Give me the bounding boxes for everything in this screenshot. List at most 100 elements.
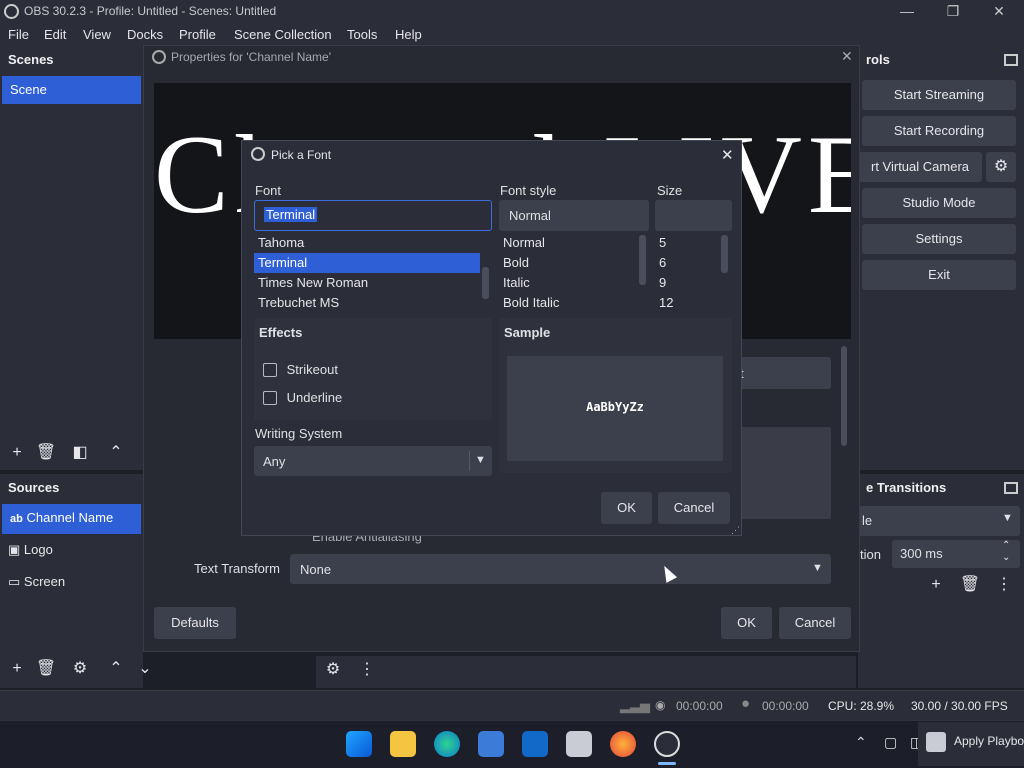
menu-docks[interactable]: Docks xyxy=(127,27,163,42)
size-input[interactable] xyxy=(655,200,732,231)
undock-icon[interactable] xyxy=(1004,54,1018,66)
scene-filters-icon[interactable]: ◧ xyxy=(67,441,93,467)
add-source-icon[interactable]: + xyxy=(4,657,30,683)
settings-button[interactable]: Settings xyxy=(862,224,1016,254)
menu-tools[interactable]: Tools xyxy=(347,27,377,42)
sample-label: Sample xyxy=(504,325,551,340)
pick-font-close-icon[interactable]: ✕ xyxy=(721,146,734,164)
select-divider xyxy=(469,451,470,471)
menu-scene-collection[interactable]: Scene Collection xyxy=(234,27,332,42)
obs-taskbar-icon[interactable] xyxy=(654,731,680,757)
duration-spinbox[interactable]: 300 ms ⌃ ⌄ xyxy=(892,540,1020,568)
font-style-input[interactable]: Normal xyxy=(499,200,649,231)
file-explorer-icon[interactable] xyxy=(390,731,416,757)
menu-edit[interactable]: Edit xyxy=(44,27,66,42)
source-item-screen[interactable]: ▭ Screen xyxy=(0,568,143,596)
source-label: Logo xyxy=(23,542,53,557)
transition-type-select[interactable]: le ▼ xyxy=(858,506,1020,536)
title-bar: OBS 30.2.3 - Profile: Untitled - Scenes:… xyxy=(0,0,1024,24)
notification-text: Apply Playbo xyxy=(954,734,1024,748)
style-list-item[interactable]: Bold Italic xyxy=(499,293,649,309)
style-list-scrollbar[interactable] xyxy=(639,235,646,285)
sources-title: Sources xyxy=(8,480,60,495)
controls-dock: rols Start Streaming Start Recording rt … xyxy=(858,46,1024,470)
start-streaming-button[interactable]: Start Streaming xyxy=(862,80,1016,110)
package-app-icon[interactable] xyxy=(566,731,592,757)
remove-source-icon[interactable]: 🗑 xyxy=(33,657,59,683)
exit-button[interactable]: Exit xyxy=(862,260,1016,290)
notification-toast[interactable]: Apply Playbo xyxy=(918,722,1024,766)
font-list-scrollbar[interactable] xyxy=(482,267,489,299)
mixer-menu-icon[interactable]: ⋮ xyxy=(354,658,380,684)
add-scene-icon[interactable]: + xyxy=(4,441,30,467)
strikeout-checkbox[interactable] xyxy=(263,362,277,377)
font-list-item[interactable]: Times New Roman xyxy=(254,273,492,293)
edge-browser-icon[interactable] xyxy=(434,731,460,757)
add-transition-icon[interactable]: + xyxy=(923,573,949,599)
menu-file[interactable]: File xyxy=(8,27,29,42)
style-list-item[interactable]: Normal xyxy=(499,233,649,253)
move-source-up-icon[interactable]: ⌃ xyxy=(103,657,129,683)
font-list-item-selected[interactable]: Terminal xyxy=(254,253,480,273)
stream-time: 00:00:00 xyxy=(676,699,723,713)
source-properties-gear-icon[interactable]: ⚙ xyxy=(67,657,93,683)
resize-grip-icon[interactable]: ⋰ xyxy=(731,525,740,536)
firefox-icon[interactable] xyxy=(610,731,636,757)
close-button[interactable]: ✕ xyxy=(976,0,1022,24)
spin-down-icon[interactable]: ⌄ xyxy=(1002,552,1010,563)
image-source-icon: ▣ xyxy=(8,542,21,557)
outlook-icon[interactable] xyxy=(522,731,548,757)
properties-scrollbar[interactable] xyxy=(841,346,847,446)
source-item-channel-name[interactable]: ab Channel Name xyxy=(2,504,141,534)
style-list-item[interactable]: Bold xyxy=(499,253,649,273)
properties-cancel-button[interactable]: Cancel xyxy=(779,607,851,639)
text-transform-select[interactable]: None ▼ xyxy=(290,554,831,584)
source-item-logo[interactable]: ▣ Logo xyxy=(0,536,143,564)
font-list-item[interactable]: Tahoma xyxy=(254,233,492,253)
more-options-icon[interactable]: ⋮ xyxy=(991,573,1017,599)
scene-list-item[interactable]: Scene xyxy=(2,76,141,104)
writing-system-select[interactable]: Any ▼ xyxy=(254,446,492,476)
pick-font-ok-button[interactable]: OK xyxy=(601,492,652,524)
display-source-icon: ▭ xyxy=(8,574,21,589)
properties-close-icon[interactable]: ✕ xyxy=(841,48,853,65)
font-list-item[interactable]: Trebuchet MS xyxy=(254,293,492,309)
menu-view[interactable]: View xyxy=(83,27,111,42)
windows-start-icon[interactable] xyxy=(346,731,372,757)
effects-group: Effects Strikeout Underline xyxy=(254,318,492,420)
minimize-button[interactable]: — xyxy=(884,0,930,24)
undock-icon[interactable] xyxy=(1004,482,1018,494)
size-list-item[interactable]: 12 xyxy=(655,293,732,309)
size-list: 5 6 9 12 xyxy=(655,233,732,309)
strikeout-option[interactable]: Strikeout xyxy=(263,361,338,377)
size-list-scrollbar[interactable] xyxy=(721,235,728,273)
sample-preview: AaBbYyZz xyxy=(507,356,723,461)
maximize-button[interactable]: ❐ xyxy=(930,0,976,24)
studio-mode-button[interactable]: Studio Mode xyxy=(862,188,1016,218)
fps-readout: 30.00 / 30.00 FPS xyxy=(911,699,1008,713)
show-hidden-icons-chevron-icon[interactable]: ⌃ xyxy=(855,734,867,751)
menu-help[interactable]: Help xyxy=(395,27,422,42)
font-name-input[interactable]: Terminal xyxy=(254,200,492,231)
underline-checkbox[interactable] xyxy=(263,390,277,405)
move-scene-up-icon[interactable]: ⌃ xyxy=(103,441,129,467)
properties-ok-button[interactable]: OK xyxy=(721,607,772,639)
obs-logo-icon xyxy=(251,147,265,161)
menu-profile[interactable]: Profile xyxy=(179,27,216,42)
start-recording-button[interactable]: Start Recording xyxy=(862,116,1016,146)
underline-option[interactable]: Underline xyxy=(263,389,342,405)
size-list-item[interactable]: 9 xyxy=(655,273,732,293)
move-source-down-icon[interactable]: ⌄ xyxy=(132,657,158,683)
microsoft-store-icon[interactable] xyxy=(478,731,504,757)
defaults-button[interactable]: Defaults xyxy=(154,607,236,639)
remove-transition-icon[interactable]: 🗑 xyxy=(957,573,983,599)
chevron-down-icon: ▼ xyxy=(812,562,823,574)
remove-scene-icon[interactable]: 🗑 xyxy=(33,441,59,467)
pick-font-cancel-button[interactable]: Cancel xyxy=(658,492,730,524)
style-list-item[interactable]: Italic xyxy=(499,273,649,293)
start-virtual-camera-button[interactable]: rt Virtual Camera xyxy=(858,152,982,182)
notification-icon[interactable]: ▢ xyxy=(884,734,897,751)
mixer-settings-gear-icon[interactable]: ⚙ xyxy=(320,658,346,684)
virtual-camera-gear-icon[interactable]: ⚙ xyxy=(986,152,1016,182)
spin-up-icon[interactable]: ⌃ xyxy=(1002,540,1010,551)
